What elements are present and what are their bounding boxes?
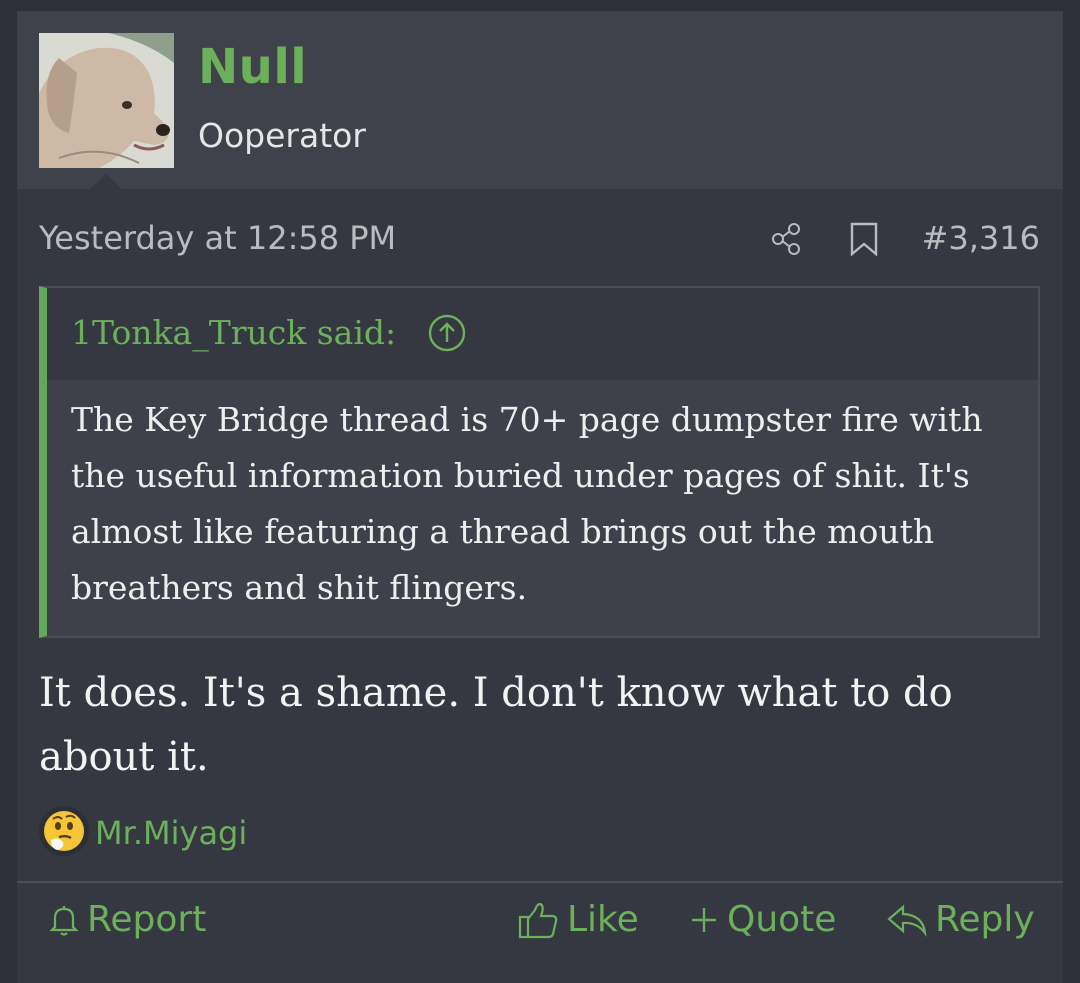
like-label: Like — [567, 899, 639, 940]
post-timestamp[interactable]: Yesterday at 12:58 PM — [39, 219, 396, 257]
post-author[interactable]: Null — [198, 39, 307, 95]
quote-author[interactable]: 1Tonka_Truck said: — [71, 313, 396, 352]
reply-button[interactable]: Reply — [885, 899, 1035, 940]
actions-divider — [17, 881, 1063, 883]
author-title: Ooperator — [198, 116, 366, 155]
quote-button[interactable]: Quote — [687, 899, 836, 940]
bookmark-icon[interactable] — [849, 222, 879, 260]
quote-header: 1Tonka_Truck said: — [47, 288, 1038, 380]
jump-to-quote-icon[interactable] — [427, 313, 467, 357]
quote-text: The Key Bridge thread is 70+ page dumpst… — [71, 400, 983, 607]
reaction-user-link[interactable]: Mr.Miyagi — [95, 814, 247, 852]
post-user-header: Null Ooperator — [17, 11, 1063, 189]
post-number-link[interactable]: #3,316 — [922, 219, 1040, 257]
like-button[interactable]: Like — [517, 899, 639, 940]
forum-post: Null Ooperator Yesterday at 12:58 PM #3,… — [17, 11, 1063, 983]
report-button[interactable]: Report — [47, 899, 206, 940]
reply-arrow-icon — [887, 904, 927, 937]
reply-label: Reply — [935, 899, 1035, 940]
plus-icon — [692, 907, 716, 932]
share-icon[interactable] — [770, 222, 804, 260]
quote-label: Quote — [727, 899, 837, 940]
report-label: Report — [87, 899, 207, 940]
avatar[interactable] — [39, 33, 174, 168]
quoted-message: 1Tonka_Truck said: The Key Bridge thread… — [39, 286, 1040, 638]
post-message: It does. It's a shame. I don't know what… — [39, 670, 953, 780]
thinking-face-icon[interactable] — [39, 806, 89, 856]
header-caret — [90, 174, 122, 189]
bell-icon — [49, 905, 79, 936]
thumbs-up-icon — [518, 902, 558, 938]
